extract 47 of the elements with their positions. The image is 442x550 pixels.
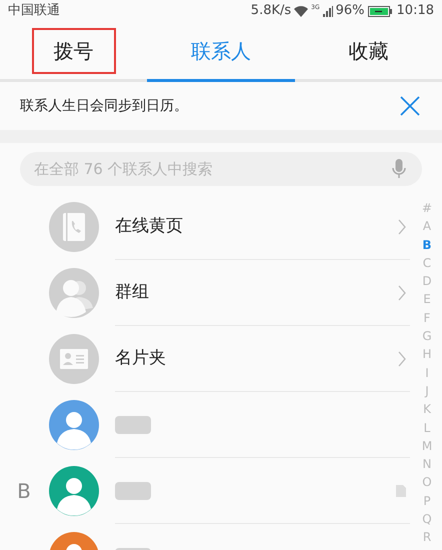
index-letter[interactable]: O [422, 473, 432, 492]
index-letter[interactable]: # [422, 199, 432, 218]
group-icon[interactable] [49, 268, 99, 318]
carrier-name: 中国联通 [8, 2, 60, 20]
chevron-icon [398, 350, 406, 366]
blurred-name[interactable] [115, 482, 151, 500]
close-icon[interactable] [400, 96, 420, 116]
index-letter[interactable]: F [424, 308, 430, 328]
tab[interactable]: 拨号 [32, 28, 116, 74]
index-letter[interactable]: B [422, 236, 432, 254]
index-letter[interactable]: H [422, 345, 432, 364]
row-label[interactable]: 在线黄页 [115, 214, 183, 240]
signal-icon [322, 6, 333, 16]
business-card-icon[interactable] [49, 334, 99, 384]
tab[interactable]: 收藏 [326, 28, 410, 74]
search-field[interactable]: 在全部 76 个联系人中搜索 [20, 152, 422, 186]
index-letter[interactable]: I [425, 364, 429, 382]
row-label[interactable]: 群组 [115, 280, 149, 306]
chevron-icon [398, 218, 406, 234]
index-letter[interactable]: Q [422, 510, 432, 528]
row-label[interactable]: 名片夹 [115, 346, 166, 372]
clock-time: 10:18 [396, 2, 434, 20]
phonebook-icon[interactable] [49, 202, 99, 252]
sync-notice: 联系人生日会同步到日历。 [20, 96, 188, 116]
index-letter[interactable]: R [422, 528, 432, 547]
battery-icon [368, 6, 392, 16]
index-letter[interactable]: K [423, 400, 431, 419]
chevron-icon [398, 284, 406, 300]
battery-percent: 96% [336, 2, 365, 20]
microphone-icon[interactable] [392, 159, 406, 179]
index-letter[interactable]: D [422, 272, 432, 290]
wifi-icon [294, 6, 308, 16]
index-letter[interactable]: L [424, 418, 430, 437]
index-letter[interactable]: E [423, 290, 431, 309]
network-speed: 5.8K/s [250, 2, 292, 20]
section-letter: B [17, 478, 31, 505]
index-letter[interactable]: M [422, 436, 432, 456]
index-letter[interactable]: P [423, 492, 431, 510]
index-letter[interactable]: G [422, 327, 432, 346]
index-letter[interactable]: J [425, 382, 429, 400]
avatar-icon[interactable] [49, 466, 99, 516]
blurred-name[interactable] [115, 416, 151, 434]
tab[interactable]: 联系人 [168, 28, 273, 74]
index-letter[interactable]: A [422, 217, 432, 236]
index-letter[interactable]: N [422, 455, 432, 474]
index-letter[interactable]: C [422, 254, 432, 272]
avatar-icon[interactable] [49, 400, 99, 450]
